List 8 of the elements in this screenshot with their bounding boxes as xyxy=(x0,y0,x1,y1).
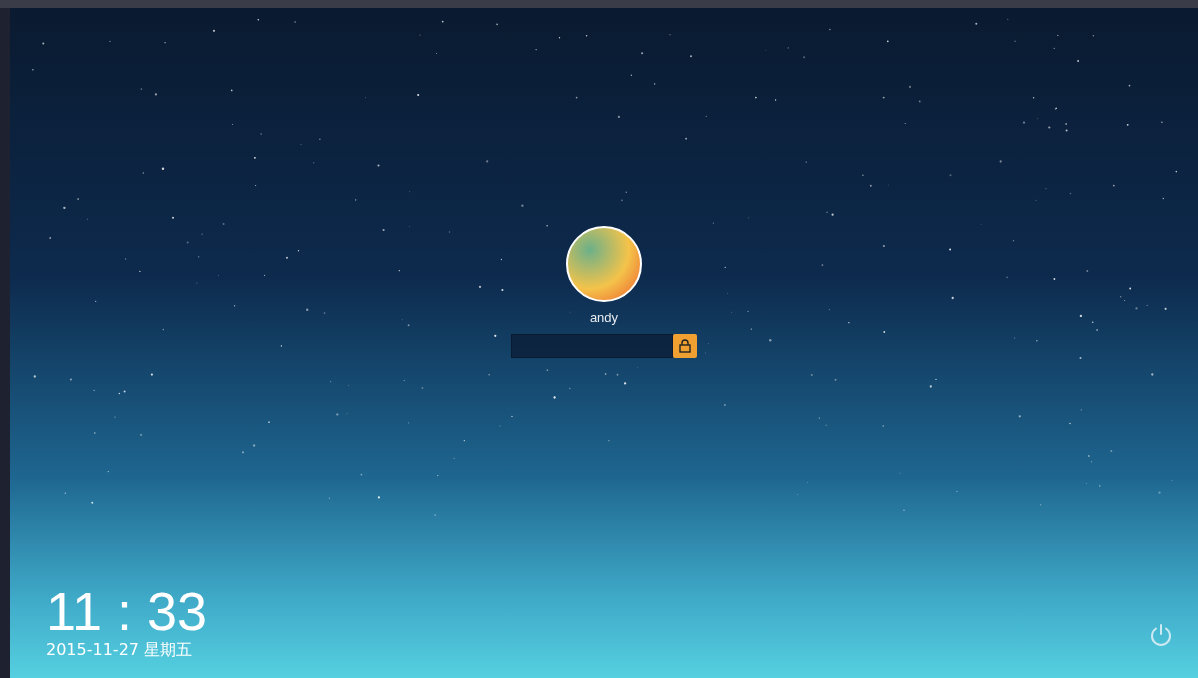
unlock-button[interactable] xyxy=(673,333,697,358)
user-name: andy xyxy=(589,309,619,327)
lock-icon xyxy=(678,338,692,353)
clock-date: 2015-11-27 星期五 xyxy=(46,640,194,660)
clock-time: 11 : 33 xyxy=(46,584,208,638)
password-field[interactable] xyxy=(511,333,673,358)
power-button[interactable] xyxy=(1148,622,1174,648)
power-icon xyxy=(1149,623,1173,647)
